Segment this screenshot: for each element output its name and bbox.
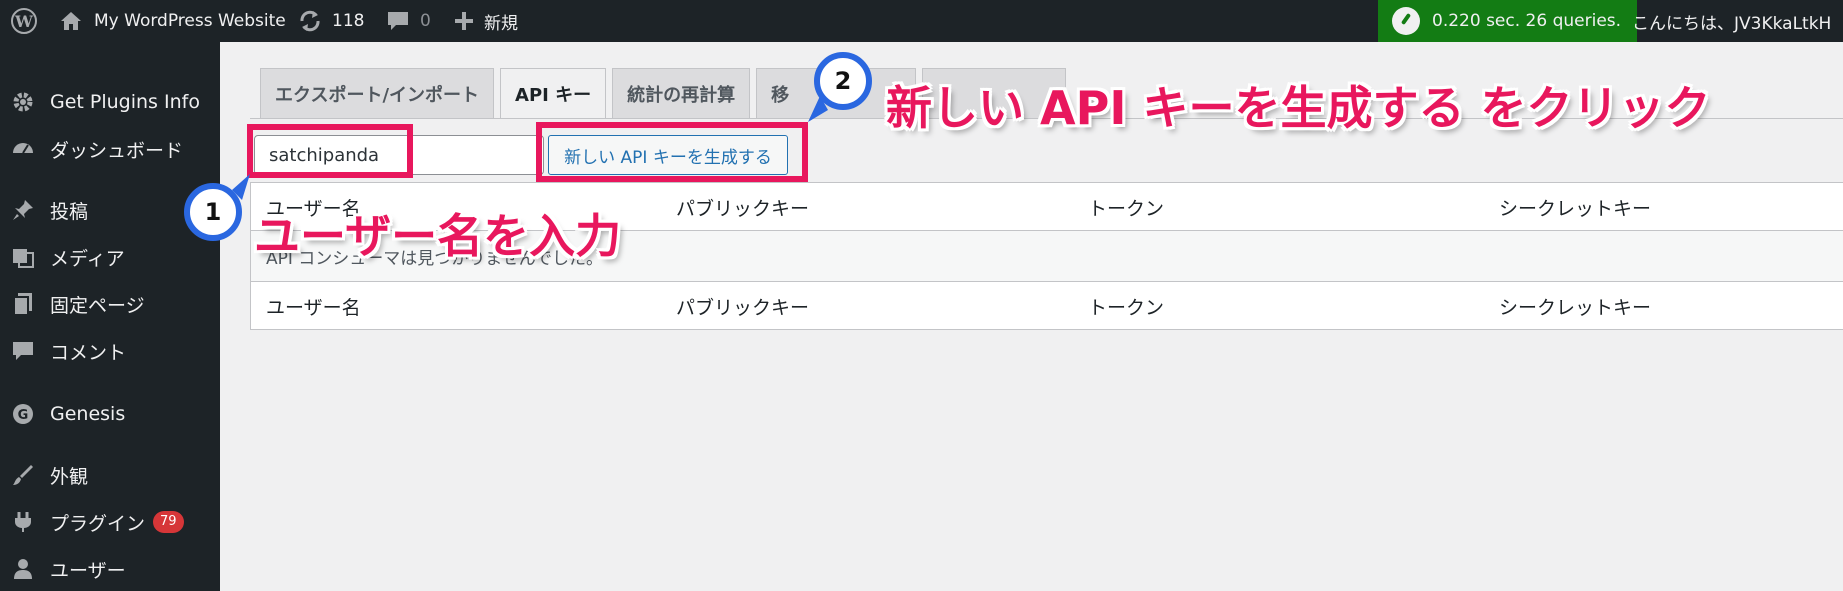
step2-instruction: 新しい API キーを生成する をクリック [886, 81, 1711, 135]
callout-2-badge: 2 [814, 52, 872, 110]
step1-instruction: ユーザー名を入力 [254, 209, 622, 263]
callout-1-badge: 1 [184, 183, 242, 241]
